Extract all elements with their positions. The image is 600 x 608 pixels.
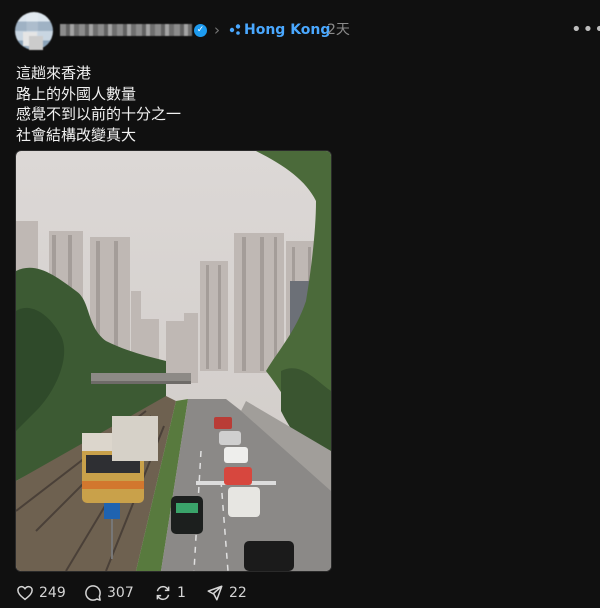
comment-icon [85, 585, 101, 601]
post-photo[interactable] [15, 150, 332, 572]
chevron-right-icon: › [214, 21, 220, 39]
reply-count: 307 [107, 585, 134, 601]
share-count: 22 [229, 585, 247, 601]
thread-post: ✓ › Hong Kong 2天 ••• 這趟來香港 路上的外國人數量 感覺不到… [0, 0, 600, 608]
verified-badge-icon: ✓ [194, 24, 207, 37]
reply-button[interactable]: 307 [84, 583, 134, 603]
post-line: 感覺不到以前的十分之一 [16, 105, 182, 123]
share-button[interactable]: 22 [206, 583, 247, 603]
like-count: 249 [39, 585, 66, 601]
username-blurred[interactable] [60, 24, 192, 36]
repost-button[interactable]: 1 [154, 583, 186, 603]
user-avatar[interactable] [15, 12, 53, 50]
post-line: 這趟來香港 [16, 64, 92, 82]
post-text: 這趟來香港 路上的外國人數量 感覺不到以前的十分之一 社會結構改變真大 [16, 63, 181, 145]
post-line: 社會結構改變真大 [16, 125, 137, 144]
like-button[interactable]: 249 [16, 583, 66, 603]
post-line: 路上的外國人數量 [16, 84, 137, 103]
more-options-icon[interactable]: ••• [571, 21, 600, 39]
repost-count: 1 [177, 585, 186, 601]
topic-icon [229, 24, 241, 35]
street-scene-image [16, 151, 331, 571]
repost-icon [156, 585, 170, 601]
heart-icon [17, 585, 33, 601]
topic-tag-link[interactable]: Hong Kong [244, 21, 330, 39]
post-timestamp[interactable]: 2天 [327, 21, 350, 39]
share-icon [207, 585, 223, 601]
